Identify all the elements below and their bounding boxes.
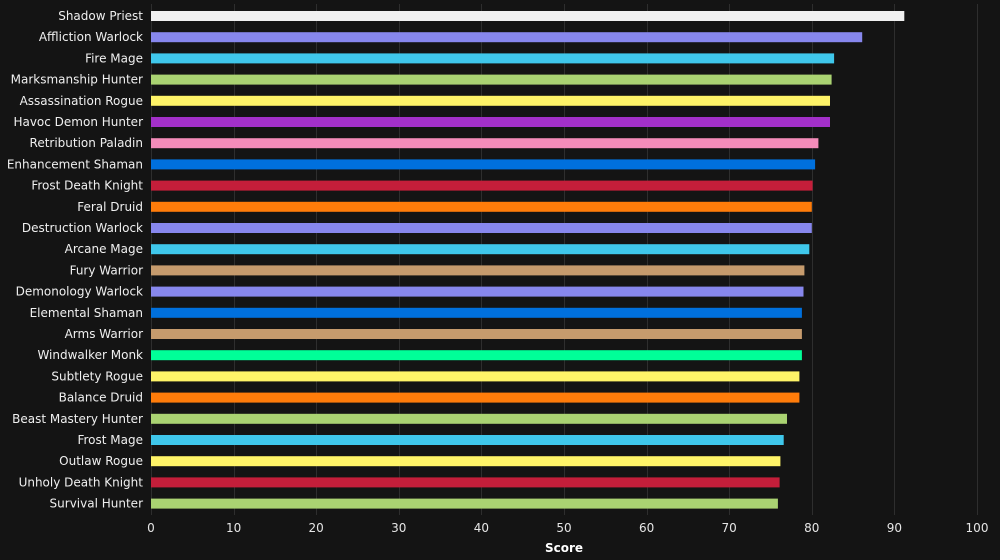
x-tick-label: 60 (639, 521, 654, 535)
category-label: Fire Mage (85, 51, 143, 65)
bar[interactable] (151, 138, 819, 149)
category-label: Windwalker Monk (37, 348, 143, 362)
category-label: Affliction Warlock (39, 30, 143, 44)
bar[interactable] (151, 53, 835, 64)
x-tick-label: 20 (309, 521, 324, 535)
bar[interactable] (151, 456, 781, 467)
bar[interactable] (151, 201, 812, 212)
category-label: Subtlety Rogue (51, 369, 143, 383)
category-label: Fury Warrior (70, 263, 143, 277)
bar[interactable] (151, 11, 905, 21)
category-label: Marksmanship Hunter (11, 73, 143, 87)
category-label: Unholy Death Knight (19, 475, 144, 489)
bar[interactable] (151, 117, 830, 127)
bar[interactable] (151, 95, 830, 106)
bar[interactable] (151, 371, 800, 382)
category-label: Shadow Priest (58, 9, 143, 23)
bar[interactable] (151, 307, 802, 318)
x-axis-title: Score (545, 541, 583, 555)
x-tick-label: 0 (147, 521, 155, 535)
bar[interactable] (151, 350, 802, 361)
bar[interactable] (151, 286, 804, 297)
class-score-bar-chart: Shadow Priest Affliction Warlock Fire Mage… (0, 0, 1000, 560)
category-label: Arcane Mage (65, 242, 143, 256)
bars (151, 11, 905, 509)
category-label: Assassination Rogue (20, 94, 143, 108)
bar[interactable] (151, 74, 832, 85)
category-label: Outlaw Rogue (59, 454, 143, 468)
bar[interactable] (151, 223, 812, 233)
category-label: Frost Death Knight (31, 179, 143, 193)
category-label: Elemental Shaman (30, 306, 143, 320)
bar[interactable] (151, 435, 784, 445)
bar[interactable] (151, 265, 805, 276)
bar[interactable] (151, 329, 802, 339)
category-label: Arms Warrior (65, 327, 143, 341)
category-label: Frost Mage (77, 433, 143, 447)
bar[interactable] (151, 244, 810, 255)
x-tick-label: 30 (391, 521, 406, 535)
bar[interactable] (151, 180, 813, 191)
category-label: Beast Mastery Hunter (12, 412, 143, 426)
x-tick-labels: 0 10 20 30 40 50 60 70 80 90 100 (147, 521, 988, 535)
bar[interactable] (151, 392, 800, 403)
bar[interactable] (151, 159, 816, 170)
x-tick-label: 90 (887, 521, 902, 535)
category-label: Survival Hunter (50, 497, 144, 511)
category-label: Demonology Warlock (16, 285, 143, 299)
x-tick-label: 50 (556, 521, 571, 535)
x-tick-label: 80 (804, 521, 819, 535)
category-label: Havoc Demon Hunter (13, 115, 143, 129)
bar[interactable] (151, 477, 780, 488)
x-tick-label: 70 (722, 521, 737, 535)
x-tick-label: 100 (966, 521, 989, 535)
x-tick-label: 40 (474, 521, 489, 535)
category-label: Retribution Paladin (30, 136, 143, 150)
category-label: Balance Druid (59, 391, 143, 405)
bar[interactable] (151, 32, 863, 43)
bar[interactable] (151, 413, 787, 424)
category-label: Destruction Warlock (22, 221, 143, 235)
category-labels: Shadow Priest Affliction Warlock Fire Mage… (7, 9, 143, 511)
category-label: Enhancement Shaman (7, 157, 143, 171)
category-label: Feral Druid (77, 200, 143, 214)
x-tick-label: 10 (226, 521, 241, 535)
bar[interactable] (151, 498, 778, 509)
